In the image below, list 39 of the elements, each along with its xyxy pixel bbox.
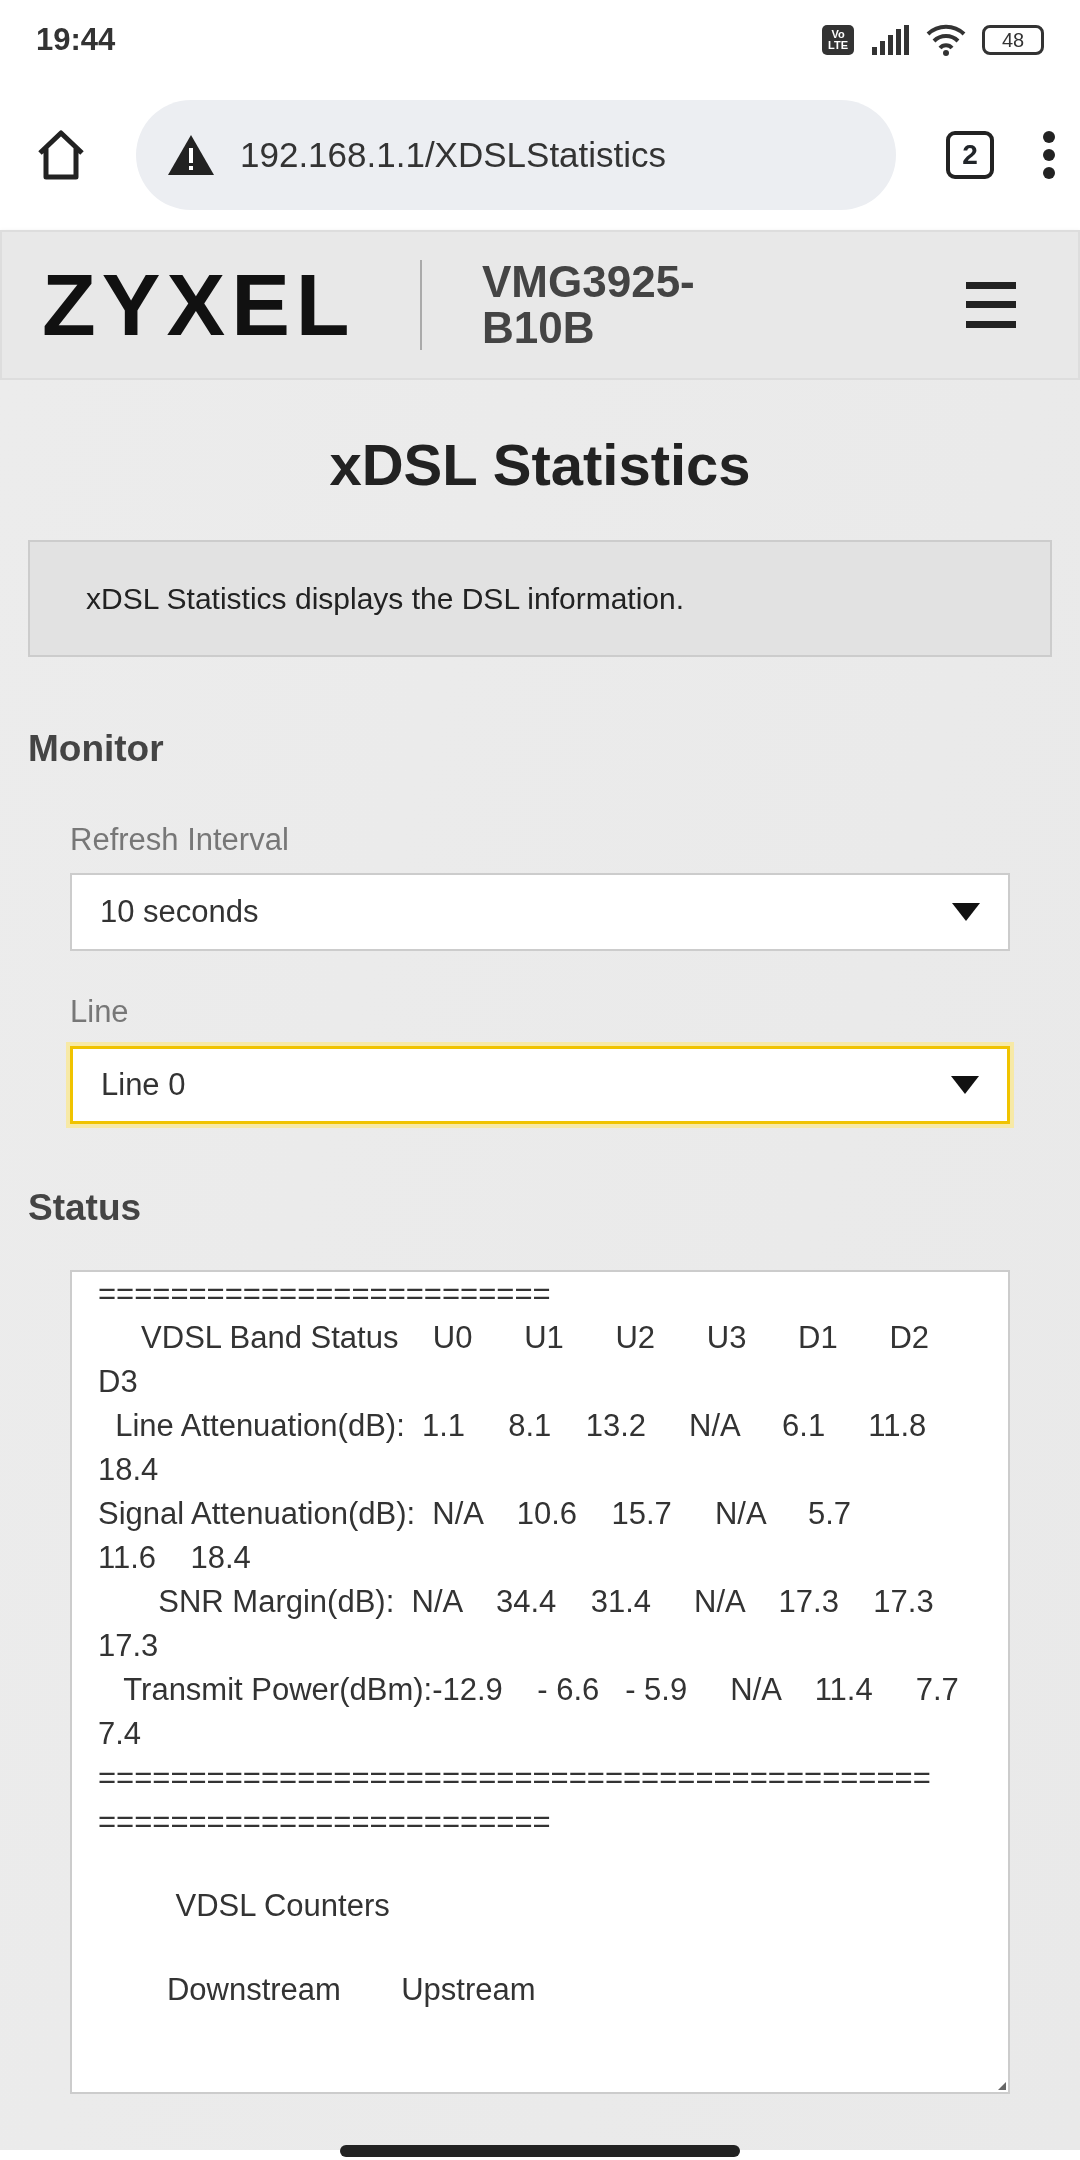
status-line: 7.4 — [98, 1715, 143, 1754]
status-line: D3 — [98, 1363, 139, 1402]
dropdown-field[interactable]: 10 seconds — [70, 873, 1010, 952]
status-line: ========================= — [98, 1275, 552, 1314]
battery-icon: 48 — [982, 25, 1044, 55]
field-label: Refresh Interval — [70, 821, 290, 859]
tab-count-button[interactable]: 2 — [946, 131, 994, 179]
signal-icon — [870, 25, 910, 55]
model-name: VMG3925- B10B — [482, 258, 696, 352]
more-menu-icon[interactable] — [1042, 131, 1056, 179]
caret-icon — [952, 903, 980, 922]
page-title: xDSL Statistics — [328, 431, 752, 499]
description-text: xDSL Statistics displays the DSL information. — [28, 539, 1052, 657]
status-line: 17.3 — [98, 1627, 160, 1666]
status-line: ============================================== — [98, 1759, 932, 1798]
home-icon[interactable] — [36, 129, 86, 181]
menu-icon[interactable] — [964, 282, 1018, 328]
status-line: Signal Attenuation(dB): N/A 10.6 15.7 N/A 5.7 — [98, 1495, 853, 1534]
field-label: Line — [70, 993, 130, 1032]
status-line: VDSL Band Status U0 U1 U2 U3 D1 D2 — [140, 1319, 930, 1358]
status-line: Line Attenuation(dB): 1.1 8.1 13.2 N/A 6.1 11.8 — [114, 1407, 928, 1446]
status-line: 11.6 18.4 — [98, 1539, 252, 1578]
section-heading: Status — [28, 1186, 143, 1230]
brand-logo: ZYXEL — [42, 254, 357, 356]
wifi-icon — [926, 24, 966, 56]
url-text: 192.168.1.1/XDSLStatistics — [240, 133, 667, 176]
status-line: SNR Margin(dB): N/A 34.4 31.4 N/A 17.3 17.3 — [157, 1583, 935, 1622]
section-heading: Monitor — [28, 726, 165, 771]
caret-icon — [951, 1076, 979, 1094]
status-line: Transmit Power(dBm):-12.9 - 6.6 - 5.9 N/A 11.4 7.7 — [122, 1671, 960, 1710]
warning-icon — [166, 133, 216, 177]
status-line: VDSL Counters — [174, 1887, 391, 1926]
status-line: Downstream Upstream — [165, 1971, 537, 2010]
status-line: 18.4 — [98, 1451, 160, 1490]
address-bar[interactable]: 192.168.1.1/XDSLStatistics — [136, 100, 896, 210]
resize-handle-icon[interactable] — [998, 2082, 1006, 2091]
status-line: ========================= — [98, 1803, 552, 1842]
clock-time: 19:44 — [36, 20, 116, 59]
volte-icon: Vo LTE — [822, 25, 854, 55]
